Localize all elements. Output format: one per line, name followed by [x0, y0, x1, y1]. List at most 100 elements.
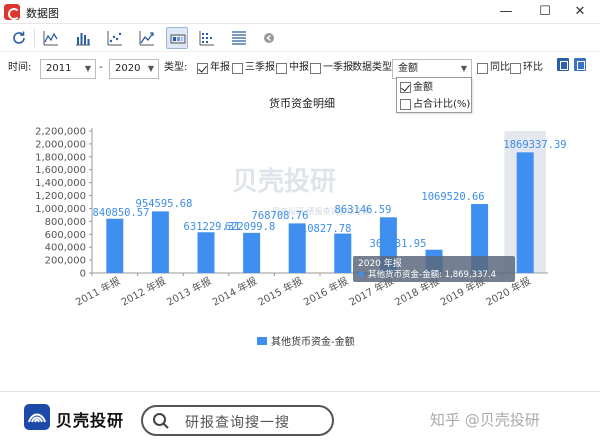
x-tick-label: 2016 年报 — [301, 274, 350, 308]
q1-label: 一季报 — [323, 62, 353, 73]
y-tick-label: 200,000 — [45, 256, 86, 267]
tooltip-value: 其他货币资金-金额: 1,869,337.4 — [368, 269, 496, 280]
scatter-chart-button[interactable] — [104, 27, 126, 49]
app-logo-icon — [4, 4, 20, 20]
bar-chart-button[interactable] — [72, 27, 94, 49]
legend-label: 其他货币资金-金额 — [271, 335, 355, 348]
search-input[interactable]: 研报查询搜一搜 — [141, 405, 334, 436]
heatmap-button[interactable] — [166, 27, 188, 49]
data-type-value: 金额 — [398, 63, 418, 74]
data-label: 622099.8 — [225, 221, 276, 233]
chevron-down-icon: ▼ — [460, 64, 467, 73]
dropdown-item-ratio[interactable]: 占合计比(%) — [397, 96, 471, 113]
end-year-select[interactable]: 2020 ▼ — [109, 59, 159, 79]
yoy-label: 同比 — [490, 62, 510, 73]
title-bar: 数据图 — ☐ ✕ — [0, 0, 600, 24]
toolbar-divider — [34, 29, 35, 47]
annual-label: 年报 — [210, 62, 230, 73]
area-chart-icon — [139, 31, 154, 46]
y-tick-label: 800,000 — [45, 217, 86, 228]
dropdown-item-label: 占合计比(%) — [413, 99, 471, 110]
back-button[interactable] — [258, 27, 280, 49]
time-label: 时间: — [8, 62, 32, 73]
end-year-value: 2020 — [115, 63, 141, 74]
chart-toolbar — [0, 24, 600, 52]
data-label: 1069520.66 — [421, 191, 484, 203]
minimize-button[interactable]: — — [494, 2, 518, 22]
data-label: 954595.68 — [136, 198, 193, 210]
y-tick-label: 2,200,000 — [35, 127, 86, 138]
export-excel-icon[interactable] — [557, 58, 569, 71]
x-tick-label: 2013 年报 — [164, 274, 213, 308]
close-button[interactable]: ✕ — [568, 2, 592, 22]
data-label: 768708.76 — [252, 210, 309, 222]
bar — [243, 232, 261, 273]
dropdown-item-amount[interactable]: 金额 — [397, 79, 471, 96]
ratio-checkbox[interactable] — [400, 99, 411, 110]
maximize-button[interactable]: ☐ — [533, 2, 557, 22]
line-chart-icon — [43, 31, 58, 46]
y-tick-label: 1,600,000 — [35, 165, 86, 176]
bar-chart: 货币资金明细贝壳投研贝壳投研 研报查询者都在用0200,000400,00060… — [35, 96, 567, 348]
table-icon — [232, 31, 246, 45]
refresh-button[interactable] — [8, 27, 30, 49]
data-type-select[interactable]: 金额 ▼ — [392, 59, 472, 79]
data-label: 1869337.39 — [503, 139, 566, 151]
annual-checkbox[interactable] — [197, 63, 208, 74]
filter-bar: 时间: 2011 ▼ - 2020 ▼ 类型: 年报 三季报 中报 一季报 数据… — [0, 52, 600, 86]
export-word-icon[interactable] — [574, 58, 586, 71]
qoq-label: 环比 — [523, 62, 543, 73]
x-tick-label: 2014 年报 — [210, 274, 259, 308]
chart-title: 货币资金明细 — [269, 96, 335, 110]
bar-chart-icon — [76, 33, 90, 46]
brand-logo-icon — [24, 404, 50, 430]
x-tick-label: 2015 年报 — [256, 274, 305, 308]
tooltip-series-dot — [358, 271, 364, 277]
q1-checkbox[interactable] — [310, 63, 321, 74]
yoy-checkbox[interactable] — [477, 63, 488, 74]
search-icon — [153, 413, 169, 429]
start-year-select[interactable]: 2011 ▼ — [40, 59, 96, 79]
bar — [516, 152, 534, 273]
data-label: 360831.95 — [370, 238, 427, 250]
y-tick-label: 600,000 — [45, 230, 86, 241]
data-label: 863146.59 — [335, 204, 392, 216]
dot-matrix-icon — [199, 31, 214, 46]
y-tick-label: 1,400,000 — [35, 178, 86, 189]
dot-matrix-button[interactable] — [196, 27, 218, 49]
brand-name: 贝壳投研 — [56, 411, 125, 430]
search-placeholder: 研报查询搜一搜 — [185, 415, 290, 431]
bar — [151, 211, 169, 273]
y-tick-label: 1,800,000 — [35, 152, 86, 163]
y-tick-label: 1,200,000 — [35, 191, 86, 202]
dropdown-item-label: 金额 — [413, 82, 433, 93]
line-chart-button[interactable] — [40, 27, 62, 49]
y-tick-label: 2,000,000 — [35, 139, 86, 150]
type-label: 类型: — [164, 62, 188, 73]
start-year-value: 2011 — [46, 63, 72, 74]
window-title: 数据图 — [26, 7, 59, 20]
area-chart-button[interactable] — [136, 27, 158, 49]
x-tick-label: 2012 年报 — [119, 274, 168, 308]
y-tick-label: 0 — [80, 269, 86, 280]
app-window: 数据图 — ☐ ✕ 时间: 2011 ▼ - 2020 ▼ 类型: 年报 三季报… — [0, 0, 600, 447]
legend-swatch — [257, 337, 267, 345]
range-dash: - — [99, 62, 103, 73]
chevron-down-icon: ▼ — [84, 64, 91, 73]
data-type-label: 数据类型 — [352, 62, 392, 73]
source-credit: 知乎 @贝壳投研 — [430, 411, 540, 429]
table-button[interactable] — [228, 27, 250, 49]
tooltip-title: 2020 年报 — [358, 257, 402, 269]
chart-area: 货币资金明细 贝壳投研 贝壳投研 研报查询者都在用 0 200,000 400,000 60… — [0, 86, 600, 386]
q3-checkbox[interactable] — [232, 63, 243, 74]
bar — [197, 232, 215, 273]
qoq-checkbox[interactable] — [510, 63, 521, 74]
bar — [106, 218, 124, 273]
refresh-icon — [13, 31, 25, 44]
y-tick-label: 400,000 — [45, 243, 86, 254]
y-tick-label: 1,000,000 — [35, 204, 86, 215]
data-type-dropdown: 金额 占合计比(%) — [396, 77, 472, 113]
amount-checkbox[interactable] — [400, 82, 411, 93]
interim-checkbox[interactable] — [276, 63, 287, 74]
interim-label: 中报 — [289, 62, 309, 73]
